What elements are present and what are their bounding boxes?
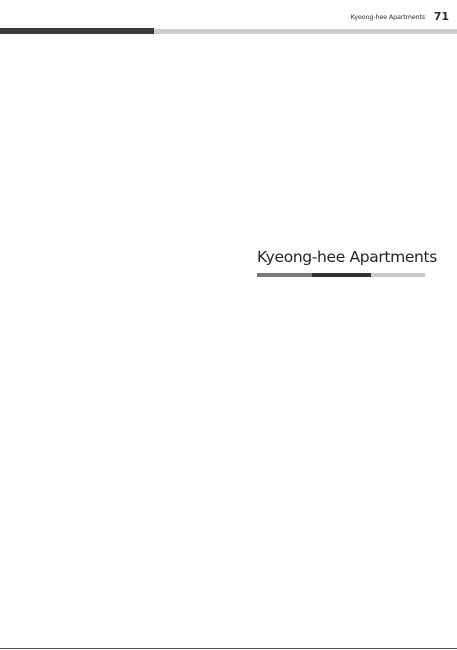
chapter-title: Kyeong-hee Apartments [257, 248, 437, 266]
chapter-title-block: Kyeong-hee Apartments [257, 246, 437, 277]
chapter-rule-segment-light [371, 273, 425, 277]
chapter-rule-segment-dark [312, 273, 371, 277]
chapter-rule-segment-mid [257, 273, 312, 277]
header-rule-dark [0, 28, 154, 34]
running-header: Kyeong-hee Apartments 71 [0, 0, 457, 34]
header-rule-light [154, 29, 457, 34]
page-number: 71 [433, 10, 449, 23]
footer-rule [0, 648, 457, 649]
running-title: Kyeong-hee Apartments [350, 13, 426, 21]
